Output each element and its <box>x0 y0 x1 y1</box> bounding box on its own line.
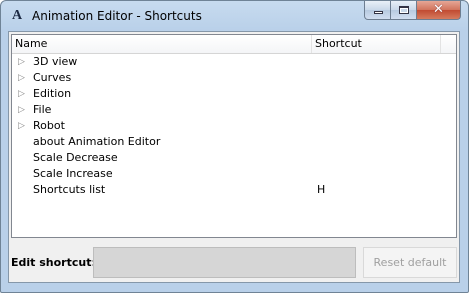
close-button[interactable]: ✕ <box>417 1 461 20</box>
minimize-button[interactable] <box>364 1 391 20</box>
tree-row[interactable]: ▷ Edition <box>12 86 456 102</box>
caption-buttons: ✕ <box>364 1 461 20</box>
tree-row[interactable]: Scale Increase <box>12 166 456 182</box>
tree-row-label: Scale Decrease <box>33 151 118 164</box>
tree-row[interactable]: ▷ Robot <box>12 118 456 134</box>
tree-row-shortcut: H <box>317 183 326 196</box>
tree-row-label: Shortcuts list <box>33 183 106 196</box>
close-icon: ✕ <box>433 2 444 17</box>
expand-arrow-icon[interactable]: ▷ <box>18 102 28 118</box>
app-logo-icon: A <box>11 8 23 23</box>
expand-arrow-icon[interactable]: ▷ <box>18 86 28 102</box>
tree-row-label: about Animation Editor <box>33 135 161 148</box>
tree-row[interactable]: ▷ Curves <box>12 70 456 86</box>
maximize-icon <box>399 6 409 14</box>
tree-row-label: 3D view <box>33 55 78 68</box>
column-header-name[interactable]: Name <box>12 35 312 53</box>
expand-arrow-icon[interactable]: ▷ <box>18 118 28 134</box>
tree-rows: ▷ 3D view ▷ Curves ▷ Edition ▷ File ▷ Robot about … <box>12 54 456 198</box>
window-title: Animation Editor - Shortcuts <box>32 9 202 23</box>
tree-row[interactable]: Scale Decrease <box>12 150 456 166</box>
tree-header: Name Shortcut <box>12 35 456 54</box>
column-header-shortcut[interactable]: Shortcut <box>312 35 441 53</box>
tree-row-label: Edition <box>33 87 72 100</box>
tree-row-label: Curves <box>33 71 72 84</box>
shortcuts-window: A Animation Editor - Shortcuts ✕ Name Sh… <box>0 0 469 293</box>
reset-default-button[interactable]: Reset default <box>363 247 457 278</box>
shortcuts-tree[interactable]: Name Shortcut ▷ 3D view ▷ Curves ▷ Edition ▷ Fi… <box>11 34 457 238</box>
expand-arrow-icon[interactable]: ▷ <box>18 54 28 70</box>
edit-shortcut-field[interactable] <box>93 247 356 278</box>
minimize-icon <box>374 11 383 14</box>
tree-row-label: File <box>33 103 52 116</box>
edit-shortcut-area: Edit shortcut: Reset default <box>11 244 457 280</box>
dialog-client-area: Name Shortcut ▷ 3D view ▷ Curves ▷ Edition ▷ Fi… <box>8 31 460 283</box>
title-bar[interactable]: A Animation Editor - Shortcuts ✕ <box>1 1 468 31</box>
tree-row-label: Robot <box>33 119 65 132</box>
tree-row[interactable]: ▷ 3D view <box>12 54 456 70</box>
tree-row[interactable]: Shortcuts list H <box>12 182 456 198</box>
expand-arrow-icon[interactable]: ▷ <box>18 70 28 86</box>
edit-shortcut-label: Edit shortcut: <box>11 256 96 269</box>
maximize-button[interactable] <box>391 1 417 20</box>
tree-row-label: Scale Increase <box>33 167 113 180</box>
tree-row[interactable]: ▷ File <box>12 102 456 118</box>
tree-row[interactable]: about Animation Editor <box>12 134 456 150</box>
